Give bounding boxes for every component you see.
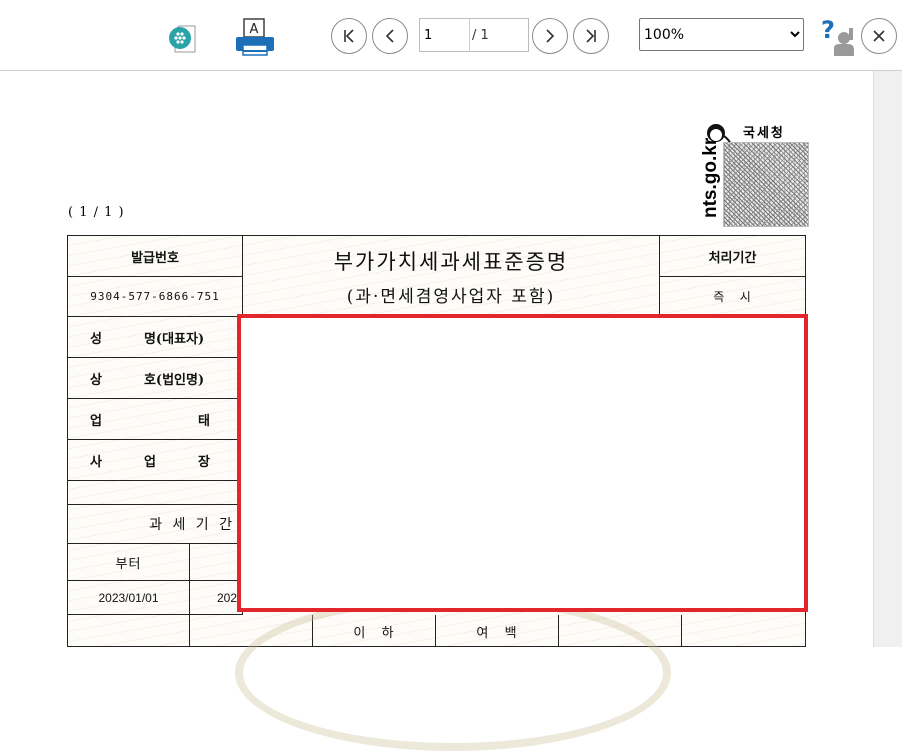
close-icon [873,30,885,42]
from-label-cell: 부터 [68,544,190,581]
trade-label-cell: 상 호(법인명) [68,358,243,399]
period-label: 과 세 기 간 [149,517,235,533]
next-page-button[interactable] [532,18,568,54]
first-page-icon [344,29,354,43]
document-subtitle: (과·면세겸영사업자 포함) [346,286,556,307]
agency-name: 국세청 [743,126,785,141]
svg-text:?: ? [821,16,835,44]
issue-no-cell: 9304-577-6866-751 [68,277,243,317]
to-label-cell [190,544,243,581]
first-page-button[interactable] [331,18,367,54]
site-label-cell: 사 업 장 [68,440,243,481]
issue-no-label: 발급번호 [131,250,179,266]
processing-label: 처리기간 [708,250,757,266]
title-cell: 부가가치세과세표준증명 (과·면세겸영사업자 포함) [243,236,660,317]
to-date-partial: 202 [217,590,238,605]
document-title: 부가가치세과세표준증명 [333,249,569,274]
prev-page-button[interactable] [372,18,408,54]
trade-label-b: 호(법인명) [143,372,205,388]
nts-logo: 국세청 nts.go.kr [700,118,810,228]
blank-row-cell [68,481,243,505]
processing-label-cell: 처리기간 [660,236,805,277]
qr-code [723,142,809,227]
biz-label-a: 업 [90,413,102,429]
last-page-button[interactable] [573,18,609,54]
issue-no-label-cell: 발급번호 [68,236,243,277]
bottom-cell-6 [682,615,805,646]
agency-url: nts.go.kr [700,137,721,218]
next-page-icon [546,29,555,43]
page-number-box: / 1 [419,18,529,52]
close-button[interactable] [861,18,897,54]
period-label-cell: 과 세 기 간 [68,505,243,544]
site-label-c: 장 [197,454,210,470]
last-page-icon [586,29,596,43]
save-icon[interactable] [165,20,203,56]
help-icon[interactable]: ? [818,14,858,58]
biz-label-b: 태 [197,413,210,429]
vertical-scrollbar[interactable] [873,71,902,647]
viewer-toolbar: A / 1 100% ? [0,0,902,71]
page-indicator: ( 1 / 1 ) [68,205,125,220]
site-label-b: 업 [143,454,156,470]
name-label-a: 성 [90,331,102,347]
name-label-cell: 성 명(대표자) [68,317,243,358]
site-label-a: 사 [90,454,102,470]
issue-no-value: 9304-577-6866-751 [90,290,220,303]
page-total: / 1 [472,28,489,43]
biz-type-label-cell: 업 태 [68,399,243,440]
zoom-select[interactable]: 100% [639,18,804,51]
svg-text:A: A [250,22,259,37]
prev-page-icon [385,29,394,43]
print-icon[interactable]: A [234,17,276,57]
from-date-cell: 2023/01/01 [68,581,190,615]
to-date-cell: 202 [190,581,243,615]
redaction-box [237,314,808,612]
processing-value: 즉 시 [713,290,752,304]
processing-value-cell: 즉 시 [660,277,805,317]
from-label: 부터 [115,556,142,572]
trade-label-a: 상 [90,372,102,388]
watermark-seal [235,595,671,751]
name-label-b: 명(대표자) [143,331,205,347]
page-number-input[interactable] [420,19,470,51]
bottom-cell-1 [68,615,190,646]
from-date: 2023/01/01 [98,590,159,605]
